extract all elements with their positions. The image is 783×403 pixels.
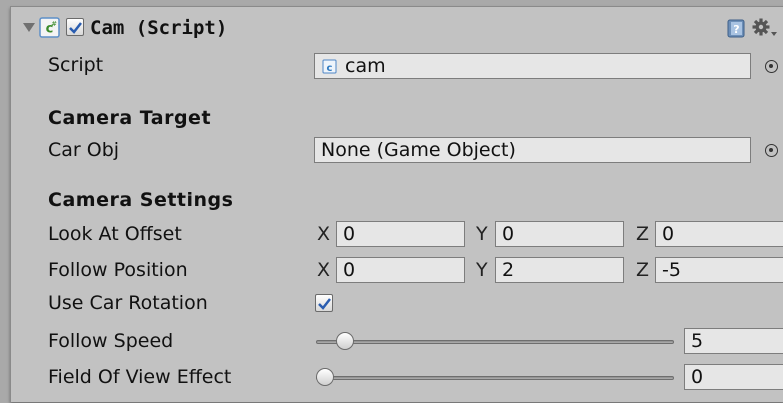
look-at-offset-z-field[interactable]: 0 <box>655 221 783 247</box>
gear-icon[interactable] <box>752 17 778 39</box>
checkmark-icon <box>318 298 331 310</box>
object-picker-icon[interactable] <box>765 144 778 157</box>
look-at-offset-z-label: Z <box>636 223 650 245</box>
object-picker-icon[interactable] <box>765 60 778 73</box>
field-of-view-effect-slider-track[interactable] <box>316 376 674 380</box>
help-book-icon[interactable]: ? <box>727 19 745 38</box>
component-title: Cam (Script) <box>90 17 228 39</box>
follow-speed-slider-track[interactable] <box>316 340 674 344</box>
camera-target-header: Camera Target <box>48 107 212 129</box>
script-label: Script <box>48 54 104 76</box>
look-at-offset-y-field[interactable]: 0 <box>495 221 624 247</box>
follow-position-x-field[interactable]: 0 <box>336 257 465 283</box>
component-enabled-checkbox[interactable] <box>66 18 84 36</box>
field-of-view-effect-field[interactable]: 0 <box>684 364 783 390</box>
script-field[interactable]: c cam <box>314 53 751 79</box>
follow-position-y-field[interactable]: 2 <box>495 257 624 283</box>
follow-position-y-label: Y <box>476 259 488 281</box>
use-car-rotation-label: Use Car Rotation <box>48 292 208 314</box>
svg-text:c: c <box>327 63 333 74</box>
car-obj-field[interactable]: None (Game Object) <box>314 137 751 163</box>
follow-speed-slider-thumb[interactable] <box>336 332 355 350</box>
triangle-down-icon[interactable] <box>23 23 35 33</box>
checkmark-icon <box>69 22 82 34</box>
csharp-script-icon: c # <box>39 17 60 38</box>
look-at-offset-x-field[interactable]: 0 <box>336 221 465 247</box>
follow-speed-label: Follow Speed <box>48 330 174 352</box>
use-car-rotation-checkbox[interactable] <box>315 294 333 312</box>
look-at-offset-x-label: X <box>317 223 331 245</box>
camera-settings-header: Camera Settings <box>48 189 234 211</box>
follow-position-z-field[interactable]: -5 <box>655 257 783 283</box>
look-at-offset-label: Look At Offset <box>48 223 182 245</box>
script-value: cam <box>345 55 386 77</box>
svg-text:?: ? <box>733 23 739 36</box>
field-of-view-effect-slider-thumb[interactable] <box>316 368 334 386</box>
inspector-component-panel: c # Cam (Script) ? Script c cam Camera T… <box>10 6 783 402</box>
look-at-offset-y-label: Y <box>476 223 488 245</box>
field-of-view-effect-label: Field Of View Effect <box>48 366 232 388</box>
follow-speed-field[interactable]: 5 <box>684 328 783 354</box>
follow-position-x-label: X <box>317 259 331 281</box>
follow-position-label: Follow Position <box>48 259 188 281</box>
follow-position-z-label: Z <box>636 259 650 281</box>
car-obj-label: Car Obj <box>48 139 120 161</box>
script-file-icon: c <box>322 59 337 74</box>
svg-text:#: # <box>51 20 57 28</box>
